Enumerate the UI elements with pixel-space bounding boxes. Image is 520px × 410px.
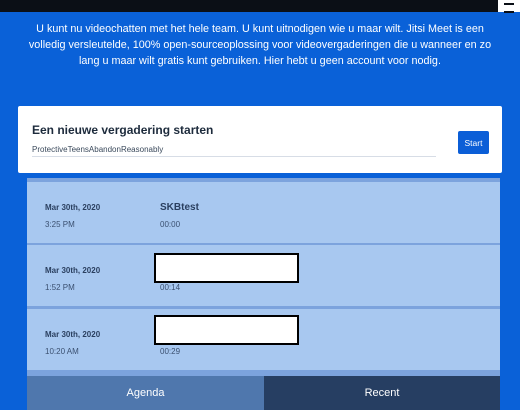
recent-meeting-row[interactable]: Mar 30th, 2020 1:52 PM 00:14 — [27, 245, 500, 306]
meeting-duration: 00:29 — [160, 347, 181, 356]
start-button[interactable]: Start — [458, 131, 489, 154]
meeting-time: 1:52 PM — [45, 283, 75, 292]
meeting-date: Mar 30th, 2020 — [45, 266, 101, 275]
recent-meetings-list: Mar 30th, 2020 3:25 PM SKBtest 00:00 Mar… — [27, 178, 500, 376]
menu-icon[interactable] — [498, 0, 520, 13]
tab-bar: Agenda Recent — [27, 376, 500, 410]
new-meeting-title: Een nieuwe vergadering starten — [32, 123, 214, 137]
meeting-time: 10:20 AM — [45, 347, 79, 356]
meeting-date: Mar 30th, 2020 — [45, 203, 101, 212]
recent-meeting-row[interactable]: Mar 30th, 2020 10:20 AM 00:29 — [27, 309, 500, 370]
window-top-bar — [0, 0, 520, 13]
meeting-duration: 00:14 — [160, 283, 181, 292]
meeting-name: SKBtest — [160, 202, 199, 213]
tab-recent[interactable]: Recent — [264, 376, 500, 410]
redacted-meeting-name — [154, 315, 299, 345]
room-name-input[interactable] — [32, 143, 436, 157]
new-meeting-card: Een nieuwe vergadering starten Start — [18, 106, 502, 173]
tab-agenda[interactable]: Agenda — [27, 376, 264, 410]
meeting-duration: 00:00 — [160, 220, 181, 229]
recent-meeting-row[interactable]: Mar 30th, 2020 3:25 PM SKBtest 00:00 — [27, 182, 500, 243]
intro-text: U kunt nu videochatten met het hele team… — [28, 23, 492, 67]
redacted-meeting-name — [154, 253, 299, 283]
meeting-date: Mar 30th, 2020 — [45, 330, 101, 339]
meeting-time: 3:25 PM — [45, 220, 75, 229]
